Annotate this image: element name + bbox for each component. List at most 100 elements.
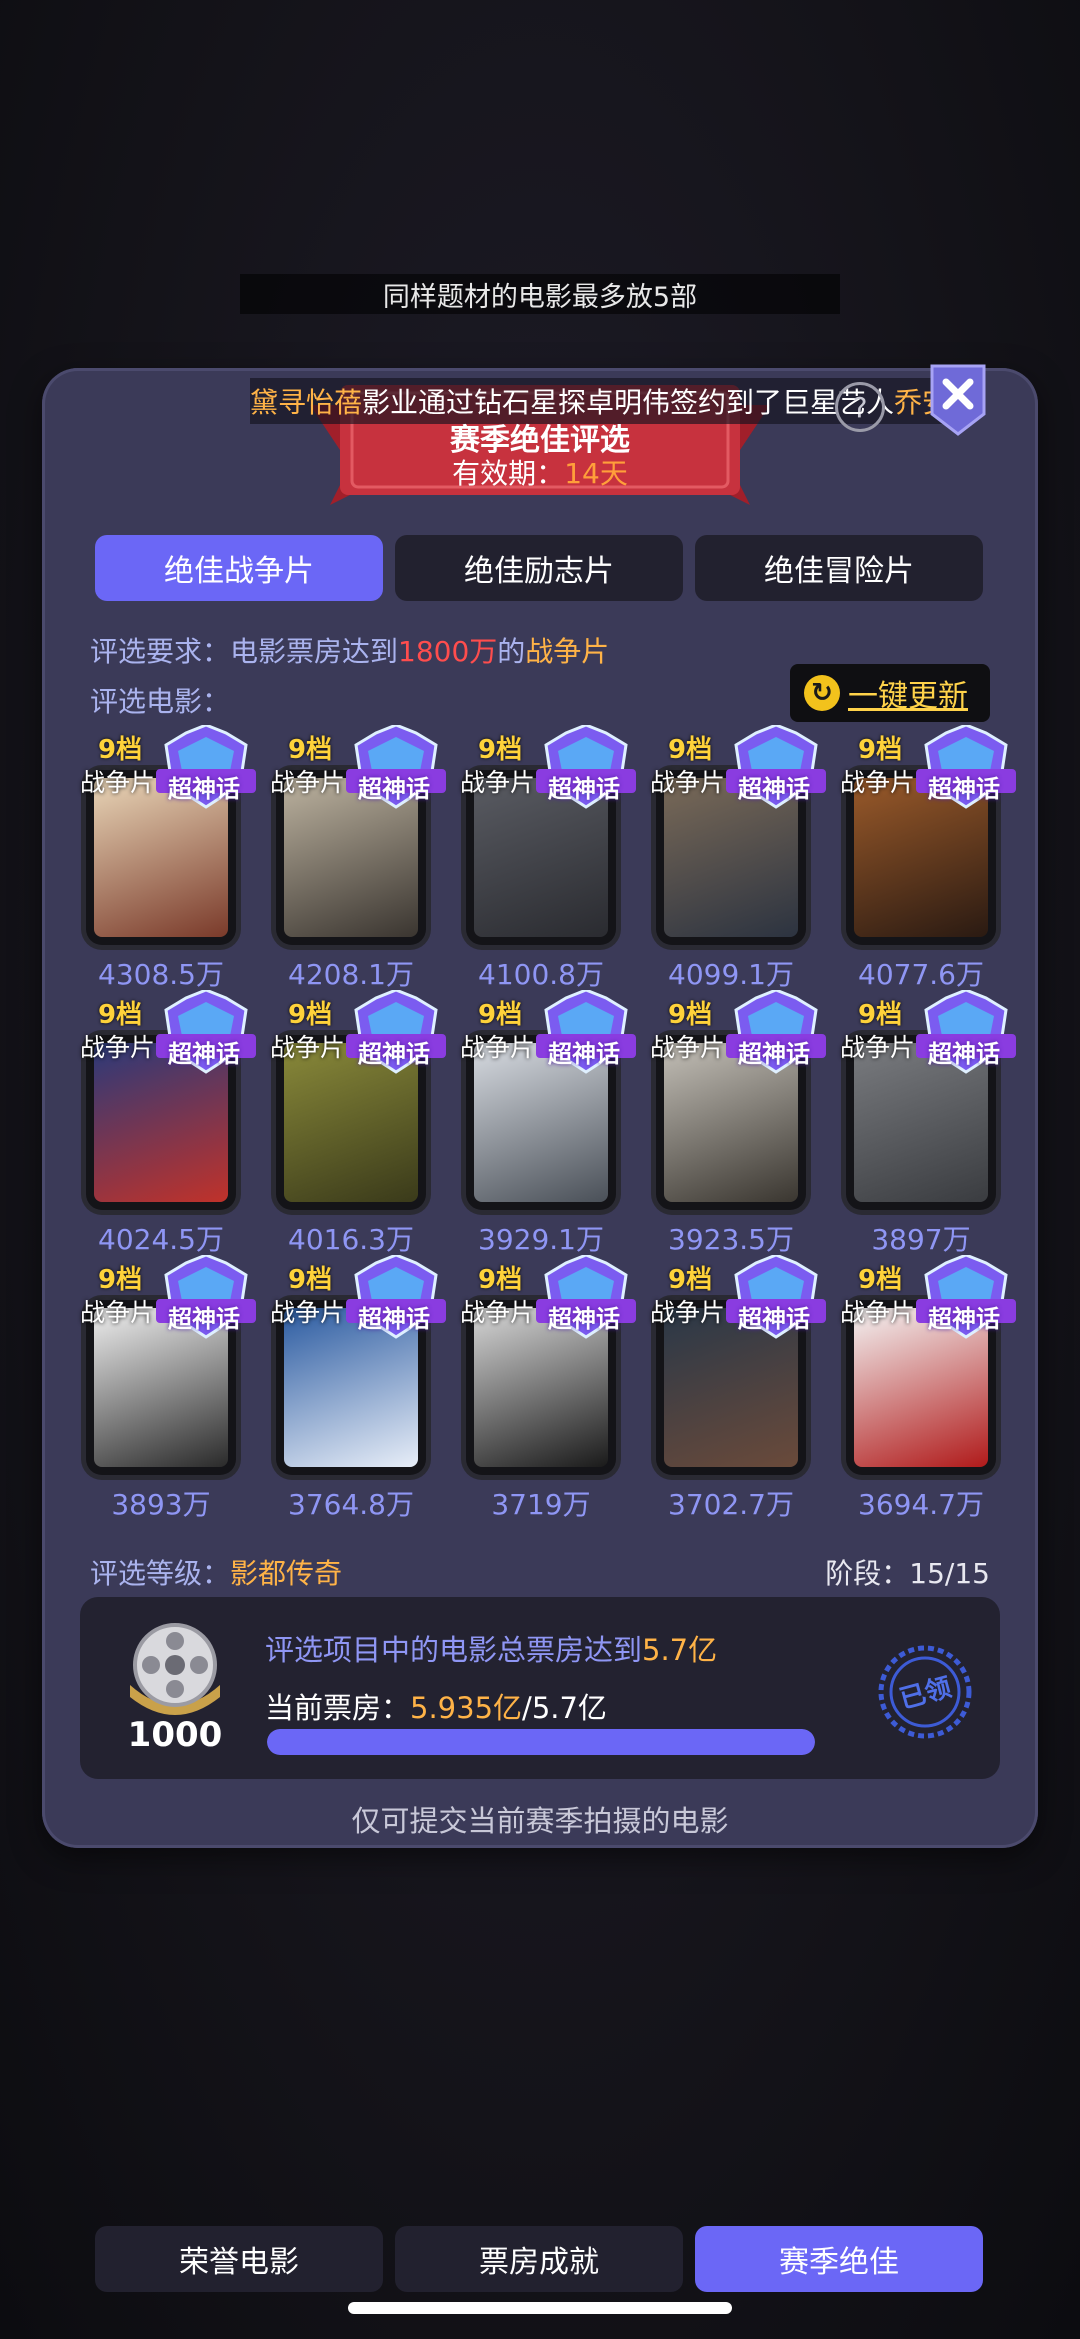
stage-indicator: 阶段：15/15 bbox=[825, 1557, 990, 1590]
home-indicator[interactable] bbox=[348, 2302, 732, 2314]
film-box-office: 4208.1万 bbox=[288, 958, 414, 991]
selection-level: 评选等级：影都传奇 bbox=[90, 1552, 342, 1592]
current-value: 5.935亿 bbox=[410, 1691, 523, 1725]
badge-label: 超神话 bbox=[168, 1040, 240, 1068]
film-grade: 9档 bbox=[668, 735, 713, 765]
current-target: /5.7亿 bbox=[522, 1691, 607, 1725]
film-grade: 9档 bbox=[288, 1265, 333, 1295]
progress-fill bbox=[267, 1729, 815, 1755]
film-grade: 9档 bbox=[668, 1265, 713, 1295]
notice-text: 同样题材的电影最多放5部 bbox=[382, 281, 698, 313]
reward-count: 1000 bbox=[127, 1715, 223, 1755]
film-box-office: 4024.5万 bbox=[98, 1223, 224, 1256]
film-box-office: 3702.7万 bbox=[668, 1488, 794, 1521]
film-card[interactable]: 超神话 9档 战争片 3893万 bbox=[76, 1255, 266, 1521]
level-label: 评选等级： bbox=[90, 1557, 231, 1590]
film-card[interactable]: 超神话 9档战争片 4308.5万 bbox=[76, 725, 266, 991]
film-genre: 战争片 bbox=[270, 768, 346, 797]
film-card[interactable]: 超神话 9档 战争片 4208.1万 bbox=[266, 725, 456, 991]
film-card[interactable]: 超神话 9档 战争片 4100.8万 bbox=[456, 725, 646, 991]
film-grade: 9档 bbox=[858, 735, 903, 765]
badge-label: 超神话 bbox=[928, 775, 1000, 803]
reward-card: 1000 评选项目中的电影总票房达到5.7亿 当前票房：5.935亿/5.7亿 … bbox=[80, 1597, 1000, 1779]
badge-label: 超神话 bbox=[358, 1305, 430, 1333]
film-box-office: 3897万 bbox=[871, 1223, 971, 1256]
film-box-office: 4308.5万 bbox=[98, 958, 224, 991]
badge-label: 超神话 bbox=[928, 1305, 1000, 1333]
film-genre: 战争片 bbox=[270, 1033, 346, 1062]
validity-days: 14天 bbox=[564, 457, 628, 490]
film-grade: 9档 bbox=[98, 1000, 143, 1030]
film-card[interactable]: 超神话 9档战争片 4024.5万 bbox=[76, 990, 266, 1256]
film-genre: 战争片 bbox=[650, 1033, 726, 1062]
film-card[interactable]: 超神话 9档 战争片 4016.3万 bbox=[266, 990, 456, 1256]
validity-label: 有效期： bbox=[452, 457, 565, 490]
badge-label: 超神话 bbox=[168, 775, 240, 803]
film-genre: 战争片 bbox=[80, 768, 156, 797]
film-genre: 战争片 bbox=[840, 768, 916, 797]
marquee-message: 影业通过钻石星探卓明伟签约到了巨星艺人 bbox=[362, 386, 895, 419]
badge-label: 超神话 bbox=[928, 1040, 1000, 1068]
film-grade: 9档 bbox=[98, 1265, 143, 1295]
current-box-office: 当前票房：5.935亿/5.7亿 bbox=[265, 1685, 607, 1727]
film-box-office: 3719万 bbox=[491, 1488, 591, 1521]
tab-inspirational[interactable]: 绝佳励志片 bbox=[395, 535, 683, 601]
tab-adventure[interactable]: 绝佳冒险片 bbox=[695, 535, 983, 601]
badge-label: 超神话 bbox=[738, 1305, 810, 1333]
film-box-office: 4099.1万 bbox=[668, 958, 794, 991]
footer-note: 仅可提交当前赛季拍摄的电影 bbox=[351, 1804, 729, 1838]
film-card[interactable]: 超神话 9档战争片 3702.7万 bbox=[646, 1255, 836, 1521]
tab-honor-films[interactable]: 荣誉电影 bbox=[95, 2226, 383, 2292]
film-card[interactable]: 超神话 9档战争片 3694.7万 bbox=[836, 1255, 1026, 1521]
requirement-genre: 战争片 bbox=[525, 635, 610, 668]
badge-label: 超神话 bbox=[738, 775, 810, 803]
bottom-tabs: 荣誉电影 票房成就 赛季绝佳 bbox=[95, 2226, 985, 2292]
film-genre: 战争片 bbox=[460, 1033, 536, 1062]
film-box-office: 4100.8万 bbox=[478, 958, 604, 991]
one-click-refresh-button[interactable]: ↻ 一键更新 bbox=[790, 664, 990, 722]
film-grade: 9档 bbox=[478, 735, 523, 765]
badge-label: 超神话 bbox=[358, 1040, 430, 1068]
film-box-office: 3764.8万 bbox=[288, 1488, 414, 1521]
requirement-text: 评选要求：电影票房达到1800万的战争片 bbox=[90, 630, 609, 670]
film-box-office: 3923.5万 bbox=[668, 1223, 794, 1256]
film-genre: 战争片 bbox=[80, 1033, 156, 1062]
film-grade: 9档 bbox=[858, 1265, 903, 1295]
films-label: 评选电影： bbox=[90, 685, 231, 718]
close-icon bbox=[930, 364, 986, 436]
film-card[interactable]: 超神话 9档战争片 4077.6万 bbox=[836, 725, 1026, 991]
film-card[interactable]: 超神话 9档 战争片 3923.5万 bbox=[646, 990, 836, 1256]
badge-label: 超神话 bbox=[358, 775, 430, 803]
help-icon[interactable]: ? bbox=[835, 382, 885, 432]
film-grade: 9档 bbox=[858, 1000, 903, 1030]
refresh-icon: ↻ bbox=[804, 675, 840, 711]
film-card[interactable]: 超神话 9档战争片 3897万 bbox=[836, 990, 1026, 1256]
film-card[interactable]: 超神话 9档 战争片 4099.1万 bbox=[646, 725, 836, 991]
film-genre: 战争片 bbox=[460, 768, 536, 797]
film-genre: 战争片 bbox=[80, 1298, 156, 1327]
film-genre: 战争片 bbox=[840, 1033, 916, 1062]
film-card[interactable]: 超神话 9档 战争片 3929.1万 bbox=[456, 990, 646, 1256]
tab-war[interactable]: 绝佳战争片 bbox=[95, 535, 383, 601]
film-box-office: 4016.3万 bbox=[288, 1223, 414, 1256]
film-genre: 战争片 bbox=[840, 1298, 916, 1327]
tab-box-office-achievements[interactable]: 票房成就 bbox=[395, 2226, 683, 2292]
badge-label: 超神话 bbox=[168, 1305, 240, 1333]
tab-season-best[interactable]: 赛季绝佳 bbox=[695, 2226, 983, 2292]
film-card[interactable]: 超神话 9档 战争片 3764.8万 bbox=[266, 1255, 456, 1521]
category-tabs: 绝佳战争片 绝佳励志片 绝佳冒险片 bbox=[95, 535, 985, 601]
film-genre: 战争片 bbox=[650, 1298, 726, 1327]
film-grade: 9档 bbox=[98, 735, 143, 765]
badge-label: 超神话 bbox=[548, 1040, 620, 1068]
film-box-office: 4077.6万 bbox=[858, 958, 984, 991]
badge-label: 超神话 bbox=[738, 1040, 810, 1068]
reward-desc-prefix: 评选项目中的电影总票房达到 bbox=[265, 1633, 643, 1667]
claimed-stamp: 已领 bbox=[878, 1645, 972, 1739]
close-button[interactable] bbox=[928, 362, 988, 438]
requirement-prefix: 评选要求：电影票房达到 bbox=[90, 635, 399, 668]
film-card[interactable]: 超神话 9档 战争片 3719万 bbox=[456, 1255, 646, 1521]
badge-label: 超神话 bbox=[548, 1305, 620, 1333]
reward-desc-target: 5.7亿 bbox=[642, 1633, 718, 1667]
film-box-office: 3694.7万 bbox=[858, 1488, 984, 1521]
level-value: 影都传奇 bbox=[230, 1557, 343, 1590]
